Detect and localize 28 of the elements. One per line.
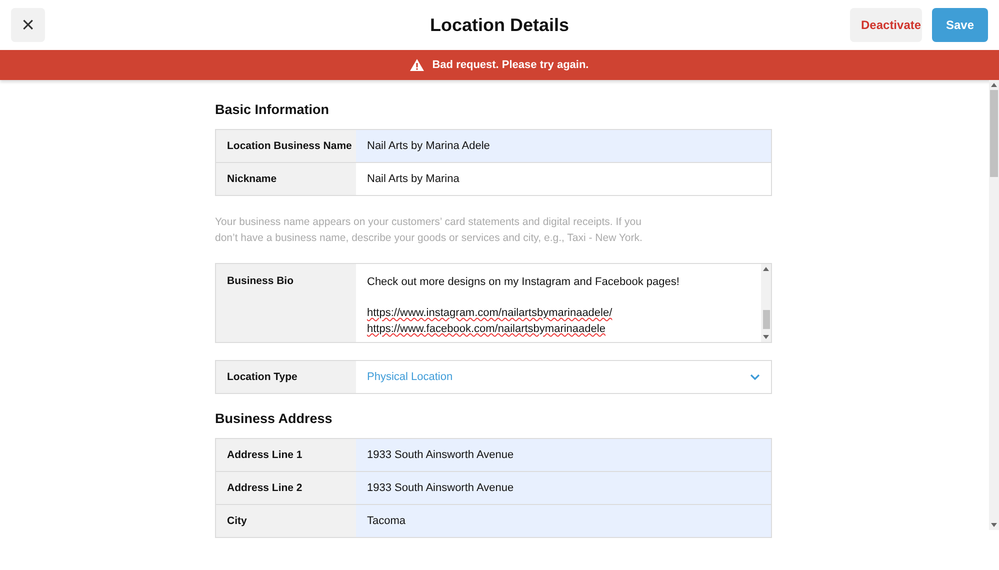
- scroll-down-icon[interactable]: [991, 523, 997, 527]
- field-label: Location Business Name: [216, 130, 356, 162]
- page-scrollbar[interactable]: [989, 80, 999, 530]
- scrollbar-thumb[interactable]: [990, 90, 998, 177]
- scroll-up-icon[interactable]: [763, 267, 769, 271]
- page-title: Location Details: [430, 14, 570, 36]
- scroll-down-icon[interactable]: [763, 335, 769, 339]
- error-message: Bad request. Please try again.: [432, 59, 589, 71]
- scrollbar-thumb[interactable]: [762, 310, 770, 329]
- chevron-down-icon: [750, 374, 760, 380]
- scroll-up-icon[interactable]: [991, 83, 997, 87]
- section-heading: Business Address: [215, 411, 334, 426]
- field-label: Nickname: [216, 163, 356, 195]
- field-label: Address Line 2: [216, 472, 356, 504]
- field-label: Address Line 1: [216, 439, 356, 471]
- field-label: City: [216, 505, 356, 537]
- help-text: Your business name appears on your customers’ card statements and digital receipts. If you don’t have a business name, describe your goods or services and city, e.g., Taxi - New York.: [215, 215, 644, 246]
- scrollbar[interactable]: [761, 264, 771, 342]
- deactivate-button[interactable]: Deactivate: [850, 8, 922, 42]
- field-label: Location Type: [216, 361, 356, 393]
- input-field[interactable]: Nail Arts by Marina Adele: [356, 130, 771, 162]
- input-field[interactable]: 1933 South Ainsworth Avenue: [356, 472, 771, 504]
- warning-icon: [410, 59, 424, 71]
- input-field[interactable]: Tacoma: [356, 505, 771, 537]
- field-label: Business Bio: [216, 264, 356, 342]
- close-button[interactable]: ×: [11, 8, 45, 42]
- section-heading: Basic Information: [215, 102, 330, 117]
- input-field[interactable]: 1933 South Ainsworth Avenue: [356, 439, 771, 471]
